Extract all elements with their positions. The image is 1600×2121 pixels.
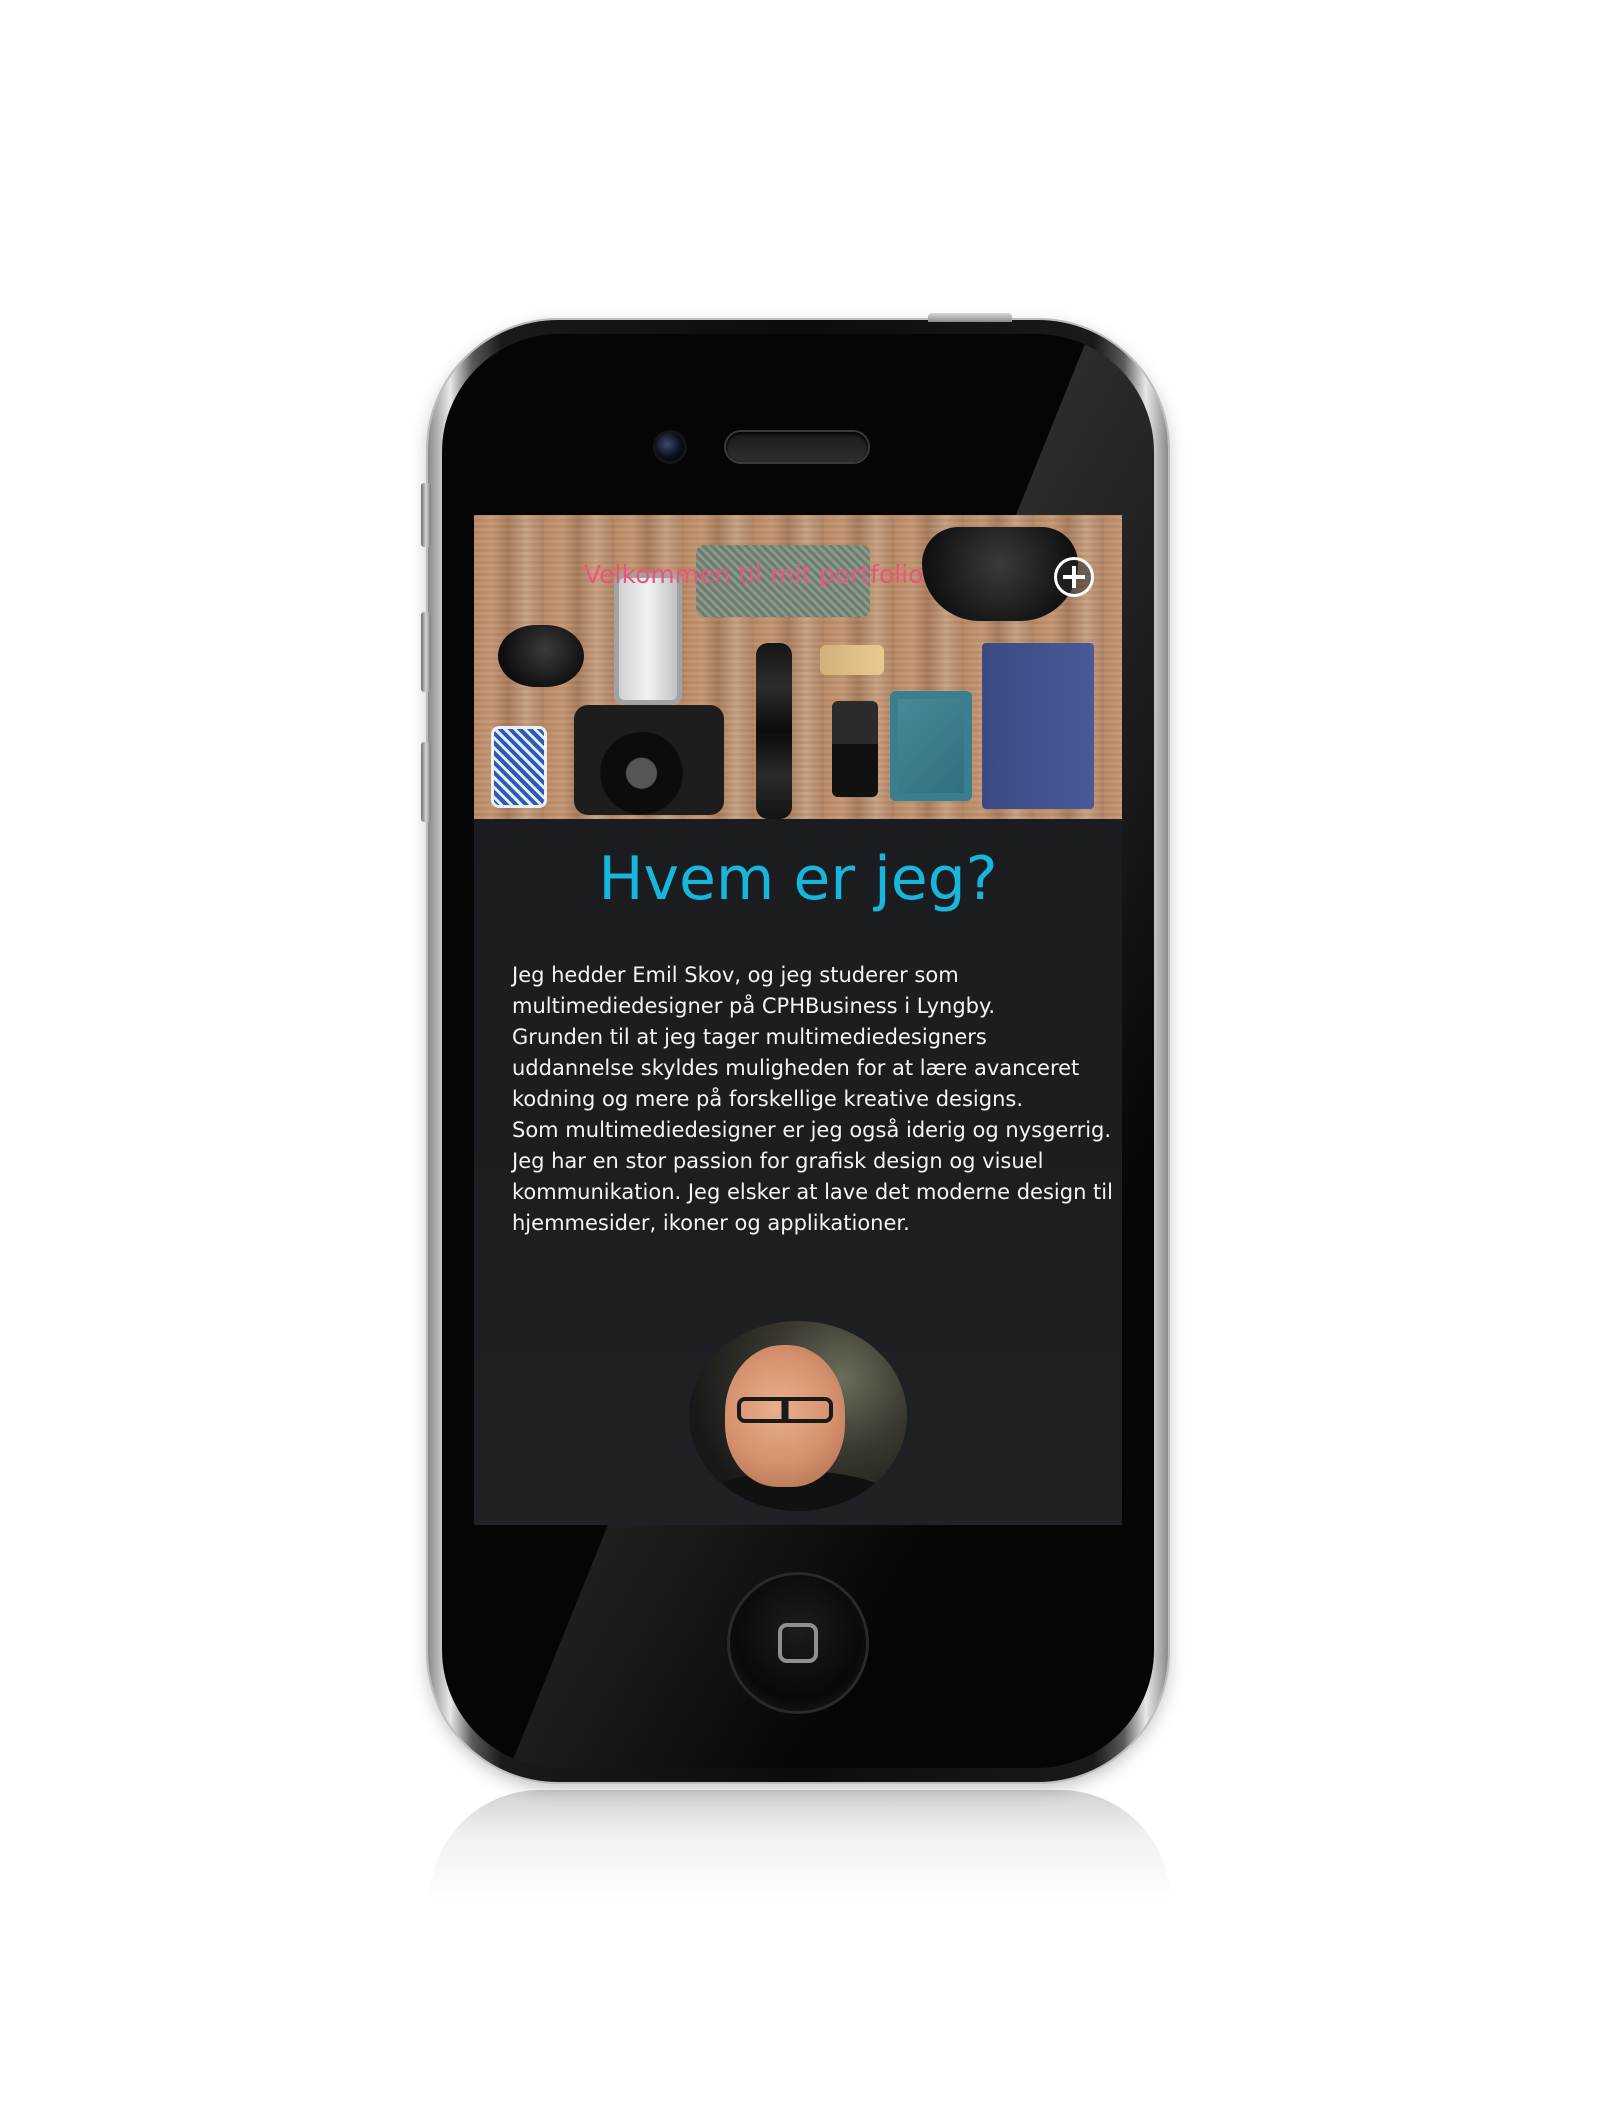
smartphone bbox=[614, 573, 682, 705]
home-square-icon bbox=[778, 1623, 818, 1663]
portrait-glasses bbox=[737, 1397, 833, 1423]
phone-floor-reflection bbox=[430, 1790, 1170, 1900]
about-heading: Hvem er jeg? bbox=[598, 844, 998, 914]
phone-screen: Velkommen til mit portfolio Hvem er jeg?… bbox=[474, 515, 1122, 1525]
hero-image: Velkommen til mit portfolio bbox=[474, 515, 1122, 819]
power-button bbox=[928, 313, 1012, 322]
usb-stick bbox=[820, 645, 884, 675]
about-bio: Jeg hedder Emil Skov, og jeg studerer so… bbox=[512, 963, 1113, 1235]
wristwatch bbox=[756, 643, 792, 819]
notebook bbox=[982, 643, 1094, 809]
headphone-case bbox=[498, 625, 584, 687]
plus-circle-icon[interactable] bbox=[1054, 557, 1094, 597]
camera bbox=[574, 705, 724, 815]
front-camera bbox=[656, 433, 684, 461]
earpiece-speaker bbox=[726, 432, 868, 462]
header-title: Velkommen til mit portfolio bbox=[584, 560, 924, 589]
volume-down-button bbox=[421, 742, 431, 822]
music-player bbox=[832, 701, 878, 797]
playing-cards bbox=[494, 729, 544, 805]
home-button[interactable] bbox=[730, 1575, 866, 1711]
volume-up-button bbox=[421, 612, 431, 692]
profile-photo bbox=[689, 1321, 907, 1511]
mute-switch bbox=[421, 483, 431, 547]
hard-drive bbox=[890, 691, 972, 801]
